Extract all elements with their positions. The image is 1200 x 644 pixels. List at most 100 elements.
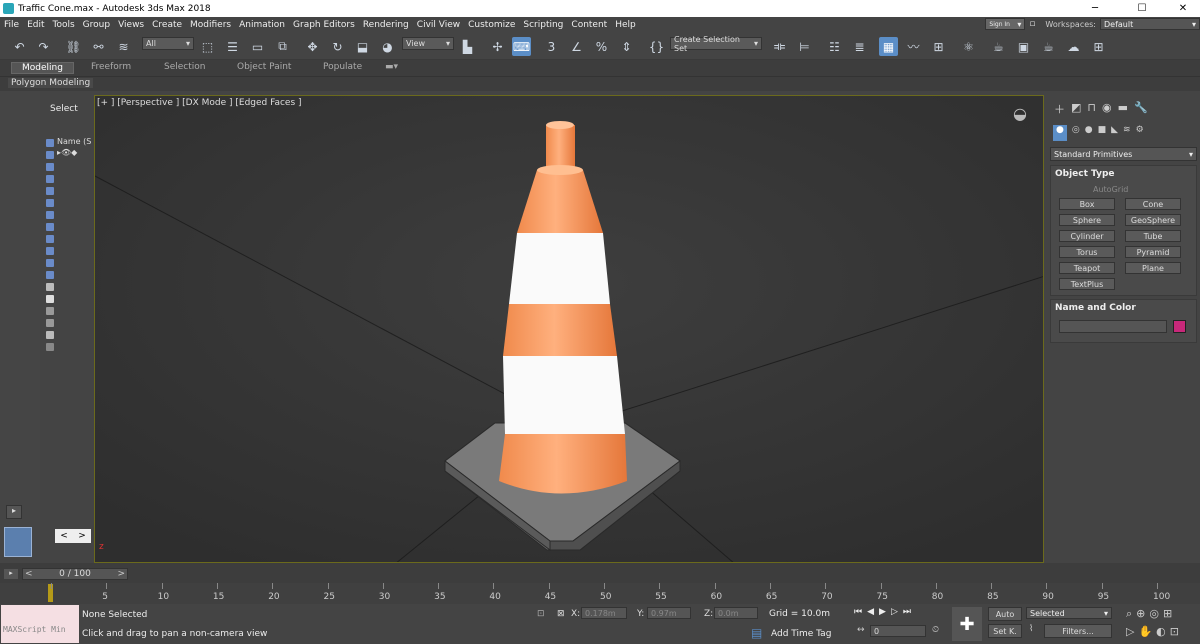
- geosphere-button[interactable]: GeoSphere: [1125, 214, 1181, 226]
- nav-prev-button[interactable]: <: [60, 531, 68, 541]
- shapes-category-icon[interactable]: ◎: [1072, 125, 1080, 141]
- set-key-icon[interactable]: ✚: [952, 607, 982, 641]
- select-by-name-icon[interactable]: ☰: [223, 37, 242, 56]
- spinner-snap-icon[interactable]: ⇕: [617, 37, 636, 56]
- helpers-category-icon[interactable]: ◣: [1111, 125, 1118, 141]
- rectangle-region-icon[interactable]: ▭: [248, 37, 267, 56]
- a360-gallery-icon[interactable]: ⊞: [1089, 37, 1108, 56]
- placement-icon[interactable]: ◕: [378, 37, 397, 56]
- menu-file[interactable]: File: [0, 20, 23, 30]
- display-tab-icon[interactable]: ▬: [1118, 101, 1128, 121]
- box-button[interactable]: Box: [1059, 198, 1115, 210]
- spacewarps-category-icon[interactable]: ≋: [1123, 125, 1131, 141]
- minimize-button[interactable]: ─: [1080, 0, 1110, 17]
- pivot-center-icon[interactable]: ▙: [458, 37, 477, 56]
- tab-selection[interactable]: Selection: [164, 62, 205, 72]
- set-key-button[interactable]: Set K.: [988, 624, 1022, 638]
- rotate-icon[interactable]: ↻: [328, 37, 347, 56]
- key-mode-icon[interactable]: ↔: [857, 625, 865, 635]
- expand-panel-button[interactable]: ▸: [6, 505, 22, 519]
- y-coordinate-field[interactable]: 0.97m: [647, 607, 691, 619]
- ribbon-options-icon[interactable]: ▬▾: [385, 62, 398, 72]
- selection-filter-dropdown[interactable]: All ▾: [142, 37, 194, 50]
- toggle-ribbon-icon[interactable]: ▦: [879, 37, 898, 56]
- rendered-frame-window-icon[interactable]: ▣: [1014, 37, 1033, 56]
- select-object-icon[interactable]: ⬚: [198, 37, 217, 56]
- display-lights-icon[interactable]: [46, 175, 54, 183]
- nav-pan-icon[interactable]: ▷✋◐⊡: [1126, 625, 1183, 638]
- cameras-category-icon[interactable]: ■: [1098, 125, 1107, 141]
- display-hidden-icon[interactable]: [46, 283, 54, 291]
- add-time-tag[interactable]: Add Time Tag: [771, 629, 831, 639]
- lights-category-icon[interactable]: ●: [1085, 125, 1093, 141]
- edit-named-selection-icon[interactable]: {}: [647, 37, 666, 56]
- cone-button[interactable]: Cone: [1125, 198, 1181, 210]
- visibility-icon[interactable]: ▸👁◆: [57, 148, 77, 157]
- torus-button[interactable]: Torus: [1059, 246, 1115, 258]
- snaps-toggle-icon[interactable]: 3: [542, 37, 561, 56]
- menu-customize[interactable]: Customize: [464, 20, 519, 30]
- reference-coordinate-dropdown[interactable]: View ▾: [402, 37, 454, 50]
- display-xrefs-icon[interactable]: [46, 235, 54, 243]
- tab-freeform[interactable]: Freeform: [91, 62, 131, 72]
- collapse-icon[interactable]: ▸: [4, 569, 18, 579]
- workspaces-dropdown[interactable]: Default ▾: [1100, 18, 1200, 30]
- auto-key-button[interactable]: Auto: [988, 607, 1022, 621]
- display-geometry-icon[interactable]: [46, 151, 54, 159]
- time-tag-icon[interactable]: ▤: [751, 626, 762, 640]
- tab-modeling[interactable]: Modeling: [11, 62, 74, 74]
- scale-icon[interactable]: ⬓: [353, 37, 372, 56]
- align-icon[interactable]: ⊨: [795, 37, 814, 56]
- menu-graph-editors[interactable]: Graph Editors: [289, 20, 359, 30]
- unlink-icon[interactable]: ⚯: [89, 37, 108, 56]
- textplus-button[interactable]: TextPlus: [1059, 278, 1115, 290]
- systems-category-icon[interactable]: ⚙: [1136, 125, 1144, 141]
- menu-help[interactable]: Help: [611, 20, 640, 30]
- autogrid-checkbox[interactable]: AutoGrid: [1093, 185, 1128, 194]
- tube-button[interactable]: Tube: [1125, 230, 1181, 242]
- user-icon[interactable]: ▫: [1029, 19, 1037, 29]
- menu-scripting[interactable]: Scripting: [519, 20, 567, 30]
- object-name-input[interactable]: [1059, 320, 1167, 333]
- material-editor-icon[interactable]: ⚛: [959, 37, 978, 56]
- object-type-header[interactable]: Object Type: [1055, 169, 1115, 179]
- geometry-category-icon[interactable]: ●: [1053, 125, 1067, 141]
- filters-button[interactable]: Filters...: [1044, 624, 1112, 638]
- cylinder-button[interactable]: Cylinder: [1059, 230, 1115, 242]
- filter-icon[interactable]: [46, 331, 54, 339]
- render-setup-icon[interactable]: ☕: [989, 37, 1008, 56]
- render-in-cloud-icon[interactable]: ☁: [1064, 37, 1083, 56]
- name-color-header[interactable]: Name and Color: [1055, 303, 1136, 313]
- scene-explorer-toggle-icon[interactable]: ☷: [825, 37, 844, 56]
- motion-tab-icon[interactable]: ◉: [1102, 101, 1112, 121]
- render-production-icon[interactable]: ☕: [1039, 37, 1058, 56]
- display-shapes-icon[interactable]: [46, 163, 54, 171]
- display-spacewarps-icon[interactable]: [46, 211, 54, 219]
- current-frame-field[interactable]: 0: [870, 625, 926, 637]
- playback-controls[interactable]: ⏮◀▶▷⏭: [854, 607, 916, 617]
- signin-dropdown[interactable]: Sign In ▾: [985, 18, 1026, 30]
- time-prev-button[interactable]: <: [25, 569, 33, 579]
- menu-tools[interactable]: Tools: [49, 20, 79, 30]
- keyboard-shortcut-override-icon[interactable]: ⌨: [512, 37, 531, 56]
- select-manipulate-icon[interactable]: ✢: [488, 37, 507, 56]
- viewport-layout-icon[interactable]: [4, 527, 32, 557]
- nav-zoom-icon[interactable]: ⌕⊕◎⊞: [1126, 607, 1176, 621]
- nav-next-button[interactable]: >: [78, 531, 86, 541]
- window-crossing-icon[interactable]: ⧉: [273, 37, 292, 56]
- bind-spacewarp-icon[interactable]: ≋: [114, 37, 133, 56]
- sphere-button[interactable]: Sphere: [1059, 214, 1115, 226]
- percent-snap-icon[interactable]: %: [592, 37, 611, 56]
- menu-content[interactable]: Content: [567, 20, 611, 30]
- track-bar[interactable]: 5 10 15 20 25 30 35 40 45 50 55 60 65 70 75 80 85 90 95 100: [0, 583, 1200, 604]
- display-all-objects-icon[interactable]: [46, 295, 54, 303]
- display-frozen-icon[interactable]: [46, 271, 54, 279]
- menu-create[interactable]: Create: [148, 20, 186, 30]
- z-coordinate-field[interactable]: 0.0m: [714, 607, 758, 619]
- redo-icon[interactable]: ↷: [34, 37, 53, 56]
- mirror-icon[interactable]: ⟚: [770, 37, 789, 56]
- tab-populate[interactable]: Populate: [323, 62, 362, 72]
- isolate-icon[interactable]: ⊡: [537, 609, 545, 619]
- move-icon[interactable]: ✥: [303, 37, 322, 56]
- menu-rendering[interactable]: Rendering: [359, 20, 413, 30]
